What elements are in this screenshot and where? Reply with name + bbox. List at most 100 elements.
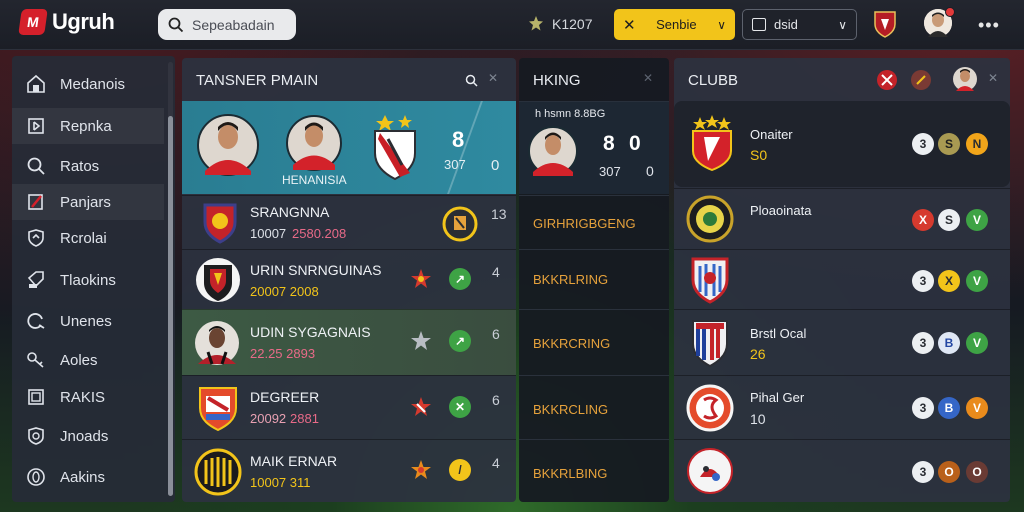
club-action-button[interactable]: O (938, 461, 960, 483)
live-panel-title: HKING (533, 71, 581, 89)
transfer-row[interactable]: URIN SNRNGUINAS 20007 2008 ↗ 4 (182, 249, 516, 309)
filter-dropdown-button[interactable]: ✕ Senbie ∨ (614, 9, 735, 40)
search-icon[interactable] (465, 74, 478, 87)
search-box[interactable] (158, 9, 296, 40)
club-value: 10 (750, 411, 766, 427)
club-row[interactable]: 3 O O (674, 439, 1010, 502)
sidebar-scrollbar[interactable] (168, 116, 173, 496)
featured-live-card[interactable]: h hsmn 8.8BG 8 0 307 0 (519, 101, 669, 194)
star-icon (411, 397, 431, 416)
club-crest-icon (687, 448, 733, 494)
club-action-button[interactable]: 3 (912, 270, 934, 292)
close-icon[interactable]: ✕ (988, 71, 998, 85)
star-icon (411, 331, 431, 350)
live-row[interactable]: BKKRCRING (519, 309, 669, 375)
club-action-button[interactable]: O (966, 461, 988, 483)
sidebar-item-unenes[interactable]: Unenes (12, 303, 164, 339)
search-input[interactable] (192, 16, 288, 33)
sidebar-item-tlaokins[interactable]: Tlaokins (12, 262, 164, 298)
sidebar-item-rakis[interactable]: RAKIS (12, 379, 164, 415)
transfer-row[interactable]: MAIK ERNAR 10007 311 / 4 (182, 439, 516, 502)
key-icon (27, 352, 44, 368)
live-row[interactable]: GIRHRIGBGENG (519, 195, 669, 249)
sidebar-item-label: Aoles (60, 351, 98, 369)
live-row[interactable]: BKKRLRING (519, 249, 669, 309)
transfer-name: MAIK ERNAR (250, 453, 338, 469)
transfer-value: 20007 2008 (250, 284, 319, 299)
transfer-row[interactable]: UDIN SYGAGNAIS 22.25 2893 ↗ 6 (182, 309, 516, 375)
coin-balance: K1207 (527, 15, 592, 33)
sidebar-item-aakins[interactable]: Aakins (12, 459, 164, 495)
transfer-count: 4 (492, 455, 500, 471)
club-action-button[interactable]: 3 (912, 133, 934, 155)
transfer-name: DEGREER (250, 389, 320, 405)
featured-caption: HENANISIA (282, 173, 347, 187)
club-crest-icon[interactable] (872, 10, 898, 39)
more-options-icon[interactable]: ••• (978, 15, 1000, 36)
club-action-button[interactable]: 3 (912, 397, 934, 419)
app-logo[interactable]: M Ugruh (18, 9, 115, 35)
sidebar-item-repnka[interactable]: Repnka (12, 108, 164, 144)
sidebar-item-panjars[interactable]: Panjars (12, 184, 164, 220)
sidebar-item-label: Ratos (60, 157, 100, 175)
live-panel-header: HKING ✕ (519, 58, 669, 102)
club-action-button[interactable]: B (938, 397, 960, 419)
club-row[interactable]: Ploaoinata X S V (674, 188, 1010, 249)
view-dropdown-button[interactable]: dsid ∨ (742, 9, 857, 40)
accept-button[interactable]: ↗ (449, 330, 471, 352)
close-icon[interactable]: ✕ (488, 71, 498, 85)
club-action-button[interactable]: V (966, 270, 988, 292)
club-action-button[interactable]: S (938, 209, 960, 231)
circle-icon (27, 468, 45, 486)
accept-button[interactable]: ↗ (449, 268, 471, 290)
club-action-button[interactable]: V (966, 209, 988, 231)
club-crest-icon (692, 320, 728, 368)
club-action-button[interactable]: S (938, 133, 960, 155)
sidebar-item-ratos[interactable]: Ratos (12, 148, 164, 184)
app-name: Ugruh (52, 9, 115, 34)
sidebar-item-label: Rcrolai (60, 229, 107, 247)
user-avatar[interactable] (953, 66, 977, 92)
star-icon (411, 269, 431, 288)
club-row[interactable]: Brstl Ocal 26 3 B V (674, 309, 1010, 375)
live-row-label: BKKRLBING (533, 466, 608, 481)
close-icon[interactable]: ✕ (643, 71, 653, 85)
sidebar-item-jnoads[interactable]: Jnoads (12, 418, 164, 454)
club-action-button[interactable]: V (966, 397, 988, 419)
club-row[interactable]: Onaiter S0 3 S N (674, 101, 1010, 187)
sidebar-item-label: Repnka (60, 117, 112, 135)
calendar-icon (752, 18, 766, 31)
transfer-name: UDIN SYGAGNAIS (250, 324, 371, 340)
live-row[interactable]: BKKRCLING (519, 375, 669, 439)
sidebar-item-medanois[interactable]: Medanois (12, 66, 164, 102)
club-action-button[interactable]: X (938, 270, 960, 292)
sidebar-item-label: RAKIS (60, 388, 106, 406)
club-action-button[interactable]: N (966, 133, 988, 155)
club-crest-icon (442, 206, 478, 242)
featured-transfer-card[interactable]: HENANISIA 8 307 0 (182, 101, 516, 194)
club-action-button[interactable]: V (966, 332, 988, 354)
club-crest-icon (691, 257, 729, 304)
club-crest-icon[interactable] (876, 69, 898, 91)
chevron-down-icon: ∨ (838, 17, 847, 32)
transfer-value-secondary: 2881 (290, 411, 319, 426)
club-row[interactable]: 3 X V (674, 249, 1010, 309)
sidebar-item-rcrolai[interactable]: Rcrolai (12, 220, 164, 256)
club-action-button[interactable]: X (912, 209, 934, 231)
transfer-row[interactable]: SRANGNNA 10007 2580.208 13 (182, 195, 516, 249)
live-row[interactable]: BKKRLBING (519, 439, 669, 502)
club-crest-icon[interactable] (910, 69, 932, 91)
user-avatar[interactable] (924, 7, 955, 37)
player-photo (197, 114, 259, 176)
sidebar-item-label: Jnoads (60, 427, 109, 445)
transfer-row[interactable]: DEGREER 20092 2881 ✕ 6 (182, 375, 516, 439)
pending-button[interactable]: / (449, 459, 471, 481)
sidebar-item-aoles[interactable]: Aoles (12, 342, 164, 378)
club-action-button[interactable]: 3 (912, 332, 934, 354)
reject-button[interactable]: ✕ (449, 396, 471, 418)
club-action-button[interactable]: 3 (912, 461, 934, 483)
view-button-label: dsid (774, 17, 798, 32)
club-row[interactable]: Pihal Ger 10 3 B V (674, 375, 1010, 439)
club-action-button[interactable]: B (938, 332, 960, 354)
club-value: 26 (750, 346, 766, 362)
